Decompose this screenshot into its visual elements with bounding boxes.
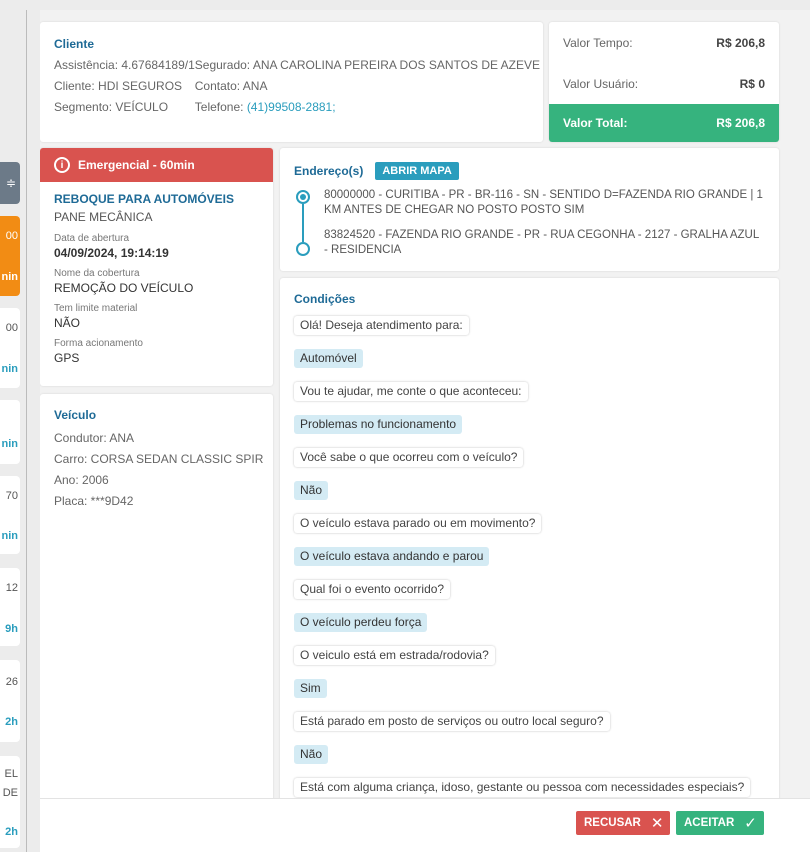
answer-bubble: O veículo estava andando e parou [294,547,490,566]
vehicle-panel: Veículo Condutor: ANA Carro: CORSA SEDAN… [40,394,273,814]
list-item[interactable]: 70 nin [0,476,20,554]
trigger-label: Forma acionamento [54,338,143,349]
coverage-field: Nome da cobertura REMOÇÃO DO VEÍCULO [54,267,259,296]
segment: Segmento: VEÍCULO [54,100,169,114]
car-plate: Placa: ***9D42 [54,494,134,508]
destination-marker-icon [296,242,310,256]
client-name: Cliente: HDI SEGUROS [54,79,183,93]
reject-button[interactable]: RECUSAR ✕ [576,811,670,835]
total-value: R$ 206,8 [716,116,765,130]
answer-bubble: Não [294,481,329,500]
list-item[interactable]: 26 2h [0,660,20,742]
priority-label: Emergencial - 60min [78,158,195,172]
list-item[interactable]: EL DE 2h [0,756,20,848]
conditions-panel[interactable]: Condições Olá! Deseja atendimento para: A… [280,278,779,808]
question-bubble: Vou te ajudar, me conte o que aconteceu: [294,382,528,401]
trigger-field: Forma acionamento GPS [54,337,259,366]
priority-badge: i Emergencial - 60min [40,148,273,182]
question-bubble: Está com alguma criança, idoso, gestante… [294,778,751,797]
phone-link[interactable]: (41)99508-2881; [247,100,336,114]
total-value-row: Valor Total: R$ 206,8 [549,104,779,142]
question-bubble: Está parado em posto de serviços ou outr… [294,712,610,731]
service-detail-modal: Cliente Assistência: 4.67684189/1 Client… [40,10,810,852]
answer-bubble: Automóvel [294,349,363,368]
divider [26,10,27,852]
user-value-label: Valor Usuário: [563,76,639,91]
answer-bubble: Não [294,745,329,764]
opened-date-label: Data de abertura [54,233,130,244]
time-value: R$ 206,8 [716,35,765,50]
contact-name: Contato: ANA [194,79,268,93]
open-map-button[interactable]: ABRIR MAPA [375,162,459,180]
question-bubble: Você sabe o que ocorreu com o veículo? [294,448,524,467]
phone-row: Telefone: (41)99508-2881; [195,97,540,118]
time-value-label: Valor Tempo: [563,35,633,50]
accept-button[interactable]: ACEITAR ✓ [676,811,764,835]
client-title: Cliente [54,37,95,51]
route-line [302,204,304,242]
address-panel: Endereço(s) ABRIR MAPA 80000000 - CURITI… [280,148,779,271]
close-icon: ✕ [650,815,664,832]
limit-field: Tem limite material NÃO [54,302,259,331]
phone-label: Telefone: [194,100,247,114]
filter-icon: ≑ [5,176,16,190]
accept-label: ACEITAR [684,817,735,829]
user-value: R$ 0 [739,76,765,91]
vehicle-title: Veículo [54,408,97,422]
answer-bubble: O veículo perdeu força [294,613,428,632]
info-icon: i [54,157,70,173]
car-model: Carro: CORSA SEDAN CLASSIC SPIR [54,452,264,466]
address-list: 80000000 - CURITIBA - PR - BR-116 - SN -… [294,188,765,258]
trigger-value: GPS [54,351,80,365]
destination-address: 83824520 - FAZENDA RIO GRANDE - PR - RUA… [324,229,759,256]
limit-label: Tem limite material [54,303,138,314]
filter-button[interactable]: ≑ [0,162,20,204]
coverage-value: REMOÇÃO DO VEÍCULO [54,281,194,295]
service-type: REBOQUE PARA AUTOMÓVEIS [54,192,235,206]
reject-label: RECUSAR [584,817,641,829]
insured-name: Segurado: ANA CAROLINA PEREIRA DOS SANTO… [194,58,541,72]
origin-marker-icon [296,190,310,204]
car-year: Ano: 2006 [54,473,109,487]
question-bubble: O veiculo está em estrada/rodovia? [294,646,495,665]
total-value-label: Valor Total: [563,116,628,130]
opened-date-field: Data de abertura 04/09/2024, 19:14:19 [54,232,259,261]
values-panel: Valor Tempo: R$ 206,8 Valor Usuário: R$ … [549,22,779,142]
opened-date-value: 04/09/2024, 19:14:19 [54,246,169,260]
background-service-list: ≑ 00 nin 00 nin nin 70 nin 12 9h 26 2h E… [0,0,20,852]
list-item[interactable]: 00 nin [0,216,20,296]
list-item[interactable]: 12 9h [0,568,20,646]
answer-bubble: Problemas no funcionamento [294,415,463,434]
question-bubble: Qual foi o evento ocorrido? [294,580,451,599]
address-title: Endereço(s) [294,164,364,178]
limit-value: NÃO [54,316,81,330]
coverage-label: Nome da cobertura [54,268,140,279]
driver-name: Condutor: ANA [54,431,135,445]
service-panel: i Emergencial - 60min REBOQUE PARA AUTOM… [40,148,273,386]
problem-type: PANE MECÂNICA [54,210,153,224]
user-value-row: Valor Usuário: R$ 0 [549,63,779,104]
list-item[interactable]: 00 nin [0,308,20,388]
question-bubble: Olá! Deseja atendimento para: [294,316,469,335]
question-bubble: O veículo estava parado ou em movimento? [294,514,542,533]
client-panel: Cliente Assistência: 4.67684189/1 Client… [40,22,543,142]
check-icon: ✓ [744,815,757,832]
assistance-number: Assistência: 4.67684189/1 [54,58,195,72]
conversation: Olá! Deseja atendimento para: Automóvel Vo… [294,316,765,797]
action-footer: RECUSAR ✕ ACEITAR ✓ [40,798,810,852]
time-value-row: Valor Tempo: R$ 206,8 [549,22,779,63]
answer-bubble: Sim [294,679,327,698]
conditions-title: Condições [294,292,356,306]
origin-address: 80000000 - CURITIBA - PR - BR-116 - SN -… [324,189,763,216]
list-item[interactable]: nin [0,400,20,464]
